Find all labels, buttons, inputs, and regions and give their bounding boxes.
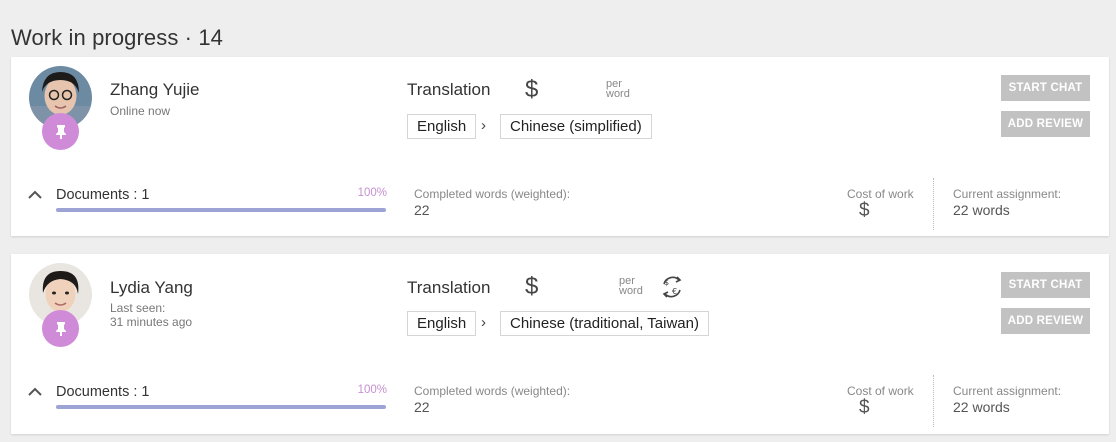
start-chat-button[interactable]: START CHAT bbox=[1001, 272, 1090, 298]
progress-fill bbox=[56, 208, 386, 212]
source-language: English bbox=[407, 311, 477, 336]
cost-of-work-label: Cost of work bbox=[847, 187, 914, 201]
last-seen-status: Last seen: 31 minutes ago bbox=[110, 301, 192, 329]
last-seen-label: Last seen: bbox=[110, 301, 166, 315]
completed-words-value: 22 bbox=[414, 399, 430, 415]
pin-icon[interactable] bbox=[42, 310, 79, 347]
documents-toggle[interactable]: Documents : 1 bbox=[56, 384, 150, 400]
chevron-up-icon[interactable] bbox=[27, 385, 43, 397]
currency-exchange-icon[interactable]: $ € bbox=[660, 274, 684, 300]
divider bbox=[933, 178, 934, 230]
svg-text:$: $ bbox=[664, 278, 669, 287]
rate-currency-symbol: $ bbox=[525, 273, 539, 300]
service-type: Translation bbox=[407, 278, 491, 297]
divider bbox=[933, 375, 934, 427]
current-assignment-label: Current assignment: bbox=[953, 384, 1062, 398]
add-review-button[interactable]: ADD REVIEW bbox=[1001, 308, 1090, 334]
source-language: English bbox=[407, 114, 477, 139]
cost-currency-symbol: $ bbox=[859, 397, 870, 418]
svg-text:€: € bbox=[672, 287, 677, 296]
translator-card: Lydia Yang Last seen: 31 minutes ago Tra… bbox=[11, 254, 1109, 434]
page-title: Work in progress · 14 bbox=[11, 25, 223, 50]
add-review-button[interactable]: ADD REVIEW bbox=[1001, 111, 1090, 137]
per-word-label: per word bbox=[619, 275, 643, 297]
rate-currency-symbol: $ bbox=[525, 76, 539, 103]
progress-percent: 100% bbox=[357, 187, 387, 199]
cost-currency-symbol: $ bbox=[859, 200, 870, 221]
current-assignment-value: 22 words bbox=[953, 202, 1010, 218]
target-language: Chinese (traditional, Taiwan) bbox=[500, 311, 709, 336]
progress-percent: 100% bbox=[357, 384, 387, 396]
progress-fill bbox=[56, 405, 386, 409]
completed-words-label: Completed words (weighted): bbox=[414, 384, 571, 398]
pin-icon[interactable] bbox=[42, 113, 79, 150]
current-assignment-label: Current assignment: bbox=[953, 187, 1062, 201]
start-chat-button[interactable]: START CHAT bbox=[1001, 75, 1090, 101]
chevron-up-icon[interactable] bbox=[27, 188, 43, 200]
chevron-right-icon: › bbox=[481, 117, 486, 134]
progress-bar bbox=[56, 405, 386, 409]
person-name[interactable]: Lydia Yang bbox=[110, 278, 193, 298]
target-language: Chinese (simplified) bbox=[500, 114, 652, 139]
current-assignment-value: 22 words bbox=[953, 399, 1010, 415]
service-type: Translation bbox=[407, 80, 491, 99]
per-word-label: per word bbox=[606, 78, 630, 100]
last-seen-time: 31 minutes ago bbox=[110, 315, 193, 329]
chevron-right-icon: › bbox=[481, 314, 486, 331]
completed-words-value: 22 bbox=[414, 202, 430, 218]
online-status: Online now bbox=[110, 104, 171, 118]
cost-of-work-label: Cost of work bbox=[847, 384, 914, 398]
completed-words-label: Completed words (weighted): bbox=[414, 187, 571, 201]
person-name[interactable]: Zhang Yujie bbox=[110, 80, 199, 100]
translator-card: Zhang Yujie Online now Translation $ per… bbox=[11, 57, 1109, 236]
progress-bar bbox=[56, 208, 386, 212]
documents-toggle[interactable]: Documents : 1 bbox=[56, 187, 150, 203]
